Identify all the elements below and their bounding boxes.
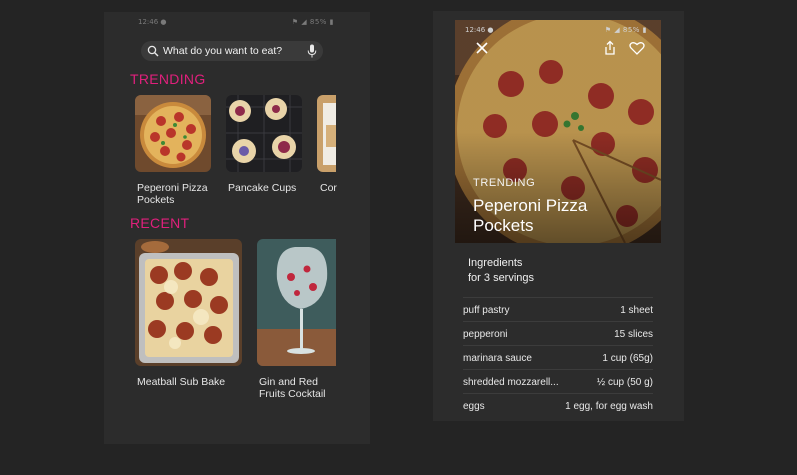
trending-card-image[interactable] xyxy=(317,95,336,172)
pizza-image xyxy=(135,95,211,172)
home-screen: 12:46 ● ⚑ ◢ 85% ▮ What do you want to ea… xyxy=(104,12,370,444)
partial-dish-image xyxy=(317,95,336,172)
ingredient-name: puff pastry xyxy=(463,305,510,316)
trending-heading: TRENDING xyxy=(130,71,206,87)
ingredients-title: Ingredients xyxy=(468,257,523,269)
ingredient-quantity: ½ cup (50 g) xyxy=(596,377,653,388)
recipe-category: TRENDING xyxy=(473,177,536,189)
heart-icon[interactable] xyxy=(629,41,645,55)
ingredient-row: pepperoni 15 slices xyxy=(463,321,653,346)
ingredient-quantity: 1 sheet xyxy=(620,305,653,316)
recipe-detail-screen: 12:46 ● ⚑ ◢ 85% ▮ TRENDING Peperoni Pizz… xyxy=(433,11,684,421)
close-icon[interactable] xyxy=(475,41,489,55)
trending-item-label[interactable]: Cor xyxy=(320,182,340,194)
recent-item-label[interactable]: Meatball Sub Bake xyxy=(137,376,237,388)
search-bar[interactable]: What do you want to eat? xyxy=(141,41,323,61)
status-icons: ⚑ ◢ 85% ▮ xyxy=(604,26,647,34)
ingredient-quantity: 15 slices xyxy=(614,329,653,340)
gin-cocktail-image xyxy=(257,239,336,366)
status-time: 12:46 ● xyxy=(465,26,494,34)
servings-count[interactable]: for 3 servings xyxy=(468,271,534,286)
ingredient-name: pepperoni xyxy=(463,329,508,340)
trending-card-image[interactable] xyxy=(135,95,211,172)
ingredient-row: eggs 1 egg, for egg wash xyxy=(463,393,653,418)
trending-item-label[interactable]: Pancake Cups xyxy=(228,182,306,194)
recent-item-label[interactable]: Gin and Red Fruits Cocktail xyxy=(259,376,337,400)
meatball-bake-image xyxy=(135,239,242,366)
pancake-cups-image xyxy=(226,95,302,172)
status-icons: ⚑ ◢ 85% ▮ xyxy=(291,18,334,26)
ingredients-heading: Ingredients for 3 servings xyxy=(468,256,534,285)
ingredient-name: shredded mozzarell... xyxy=(463,377,559,388)
ingredient-quantity: 1 egg, for egg wash xyxy=(565,401,653,412)
ingredient-quantity: 1 cup (65g) xyxy=(602,353,653,364)
status-bar: 12:46 ● ⚑ ◢ 85% ▮ xyxy=(455,20,661,40)
recent-card-image[interactable] xyxy=(135,239,242,366)
recipe-title: Peperoni Pizza Pockets xyxy=(473,196,588,235)
ingredient-name: eggs xyxy=(463,401,485,412)
recipe-hero: 12:46 ● ⚑ ◢ 85% ▮ TRENDING Peperoni Pizz… xyxy=(455,20,661,243)
recent-card-image[interactable] xyxy=(257,239,336,366)
ingredient-row: shredded mozzarell... ½ cup (50 g) xyxy=(463,369,653,394)
ingredient-row: puff pastry 1 sheet xyxy=(463,297,653,322)
share-icon[interactable] xyxy=(603,40,617,56)
search-icon xyxy=(147,45,159,57)
microphone-icon[interactable] xyxy=(307,44,317,58)
search-input[interactable]: What do you want to eat? xyxy=(163,45,282,57)
trending-item-label[interactable]: Peperoni Pizza Pockets xyxy=(137,182,215,206)
ingredient-name: marinara sauce xyxy=(463,353,532,364)
recent-heading: RECENT xyxy=(130,215,190,231)
trending-card-image[interactable] xyxy=(226,95,302,172)
ingredient-row: marinara sauce 1 cup (65g) xyxy=(463,345,653,370)
status-time: 12:46 ● xyxy=(138,18,167,26)
status-bar: 12:46 ● ⚑ ◢ 85% ▮ xyxy=(104,12,370,32)
